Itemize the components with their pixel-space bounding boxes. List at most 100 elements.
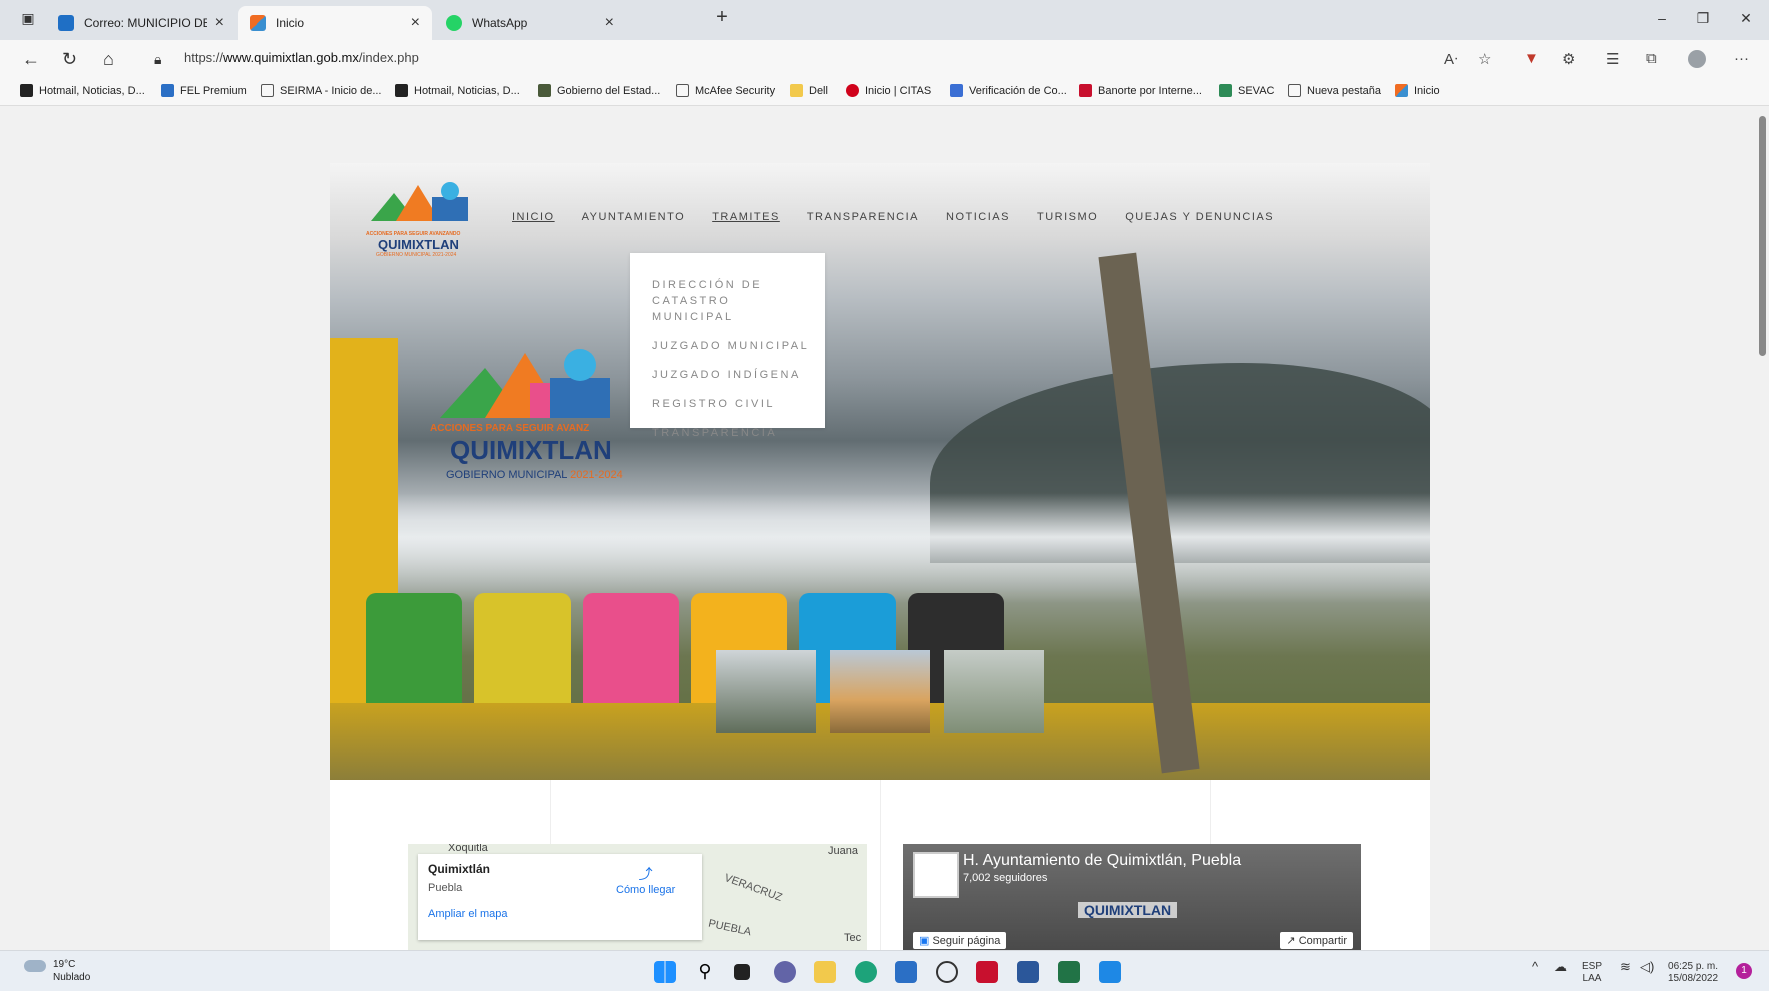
nav-noticias[interactable]: NOTICIAS [946,211,1010,223]
url-field[interactable]: https://www.quimixtlan.gob.mx/index.php [184,50,419,65]
bookmark-label: Hotmail, Noticias, D... [39,84,145,97]
fb-follow-label: Seguir página [932,935,1001,947]
bookmark-item[interactable]: SEIRMA - Inicio de... [261,84,381,97]
bookmark-item[interactable]: SEVAC [1219,84,1274,97]
bookmark-label: Hotmail, Noticias, D... [414,84,520,97]
close-icon[interactable]: × [411,14,420,32]
store-icon[interactable] [895,961,917,983]
slide-thumbnail[interactable] [944,650,1044,733]
refresh-icon[interactable]: ↻ [62,49,77,70]
edge-icon[interactable] [855,961,877,983]
cloud-icon [24,960,46,972]
map-label: PUEBLA [707,917,753,939]
hero-banner: ACCIONES PARA SEGUIR AVANZ QUIMIXTLAN GO… [330,163,1430,780]
scroll-thumb[interactable] [1759,116,1766,356]
directions-button[interactable]: ⤴ Cómo llegar [616,864,675,896]
close-icon[interactable]: × [605,14,614,32]
windows-taskbar: 19°C Nublado ⚲ ^ ☁ ESP LAA ≋ ◁) 06:25 p.… [0,950,1769,991]
google-map[interactable]: Xoquitla Juana VERACRUZ PUEBLA Tec Quimi… [408,844,867,950]
extensions-icon[interactable]: ⚙ [1562,50,1575,68]
home-icon[interactable]: ⌂ [103,49,114,70]
excel-icon[interactable] [1058,961,1080,983]
bookmark-label: Inicio | CITAS [865,84,932,97]
word-icon[interactable] [1017,961,1039,983]
nav-turismo[interactable]: TURISMO [1037,211,1098,223]
weather-widget[interactable]: 19°C Nublado [53,958,90,984]
tab-inicio[interactable]: Inicio × [238,6,432,40]
chat-icon[interactable] [774,961,796,983]
bookmark-item[interactable]: Inicio | CITAS [846,84,931,97]
clock[interactable]: 06:25 p. m. 15/08/2022 [1668,961,1718,985]
mail-icon[interactable] [1099,961,1121,983]
dropdown-item-juzgado-municipal[interactable]: JUZGADO MUNICIPAL [652,338,825,354]
file-explorer-icon[interactable] [814,961,836,983]
tab-whatsapp[interactable]: WhatsApp × [434,6,626,40]
wifi-icon[interactable]: ≋ [1620,960,1631,973]
nav-tramites[interactable]: TRAMITES [712,211,780,223]
fb-page-avatar[interactable] [913,852,959,898]
address-toolbar: ← ↻ ⌂ 🔒︎ https://www.quimixtlan.gob.mx/i… [0,40,1769,78]
search-icon[interactable]: ⚲ [694,961,716,983]
bookmark-item[interactable]: McAfee Security [676,84,775,97]
clock-date: 15/08/2022 [1668,973,1719,984]
dropdown-item-registro-civil[interactable]: REGISTRO CIVIL [652,396,825,412]
directions-label: Cómo llegar [616,884,676,896]
minimize-button[interactable]: – [1652,10,1672,30]
fb-share-button[interactable]: ↗ Compartir [1280,932,1353,949]
bookmark-item[interactable]: Nueva pestaña [1288,84,1381,97]
close-window-button[interactable]: ✕ [1736,10,1756,30]
bookmark-item[interactable]: Hotmail, Noticias, D... [20,84,145,97]
page-scrollbar[interactable] [1756,106,1769,950]
bookmark-item[interactable]: Dell [790,84,828,97]
site-logo[interactable]: ACCIONES PARA SEGUIR AVANZANDO QUIMIXTLA… [366,181,481,258]
bookmark-item[interactable]: Inicio [1395,84,1440,97]
fb-banner-name: QUIMIXTLAN [1078,902,1178,918]
dropdown-item-catastro[interactable]: DIRECCIÓN DE CATASTRO MUNICIPAL [652,277,812,325]
close-icon[interactable]: × [215,14,224,32]
language-indicator[interactable]: ESP LAA [1582,961,1602,985]
start-windows-icon[interactable] [654,961,676,983]
dell-icon[interactable] [936,961,958,983]
bookmark-item[interactable]: Banorte por Interne... [1079,84,1202,97]
chevron-up-icon[interactable]: ^ [1532,960,1538,973]
onedrive-icon[interactable]: ☁ [1554,960,1567,973]
new-tab-button[interactable]: + [712,6,732,28]
tab-correo[interactable]: Correo: MUNICIPIO DE QUIMIXTL × [46,6,236,40]
bookmark-item[interactable]: Hotmail, Noticias, D... [395,84,520,97]
mcafee-extension-icon[interactable]: ▼ [1524,50,1539,67]
bookmark-item[interactable]: Gobierno del Estad... [538,84,660,97]
add-favorite-icon[interactable]: ☆ [1478,50,1491,68]
tab-actions-icon[interactable]: ▣ [18,10,38,30]
slide-thumbnail[interactable] [716,650,816,733]
bookmark-item[interactable]: Verificación de Co... [950,84,1067,97]
task-view-icon[interactable] [734,964,750,980]
content-section: Xoquitla Juana VERACRUZ PUEBLA Tec Quimi… [330,780,1430,950]
logo-subtitle: GOBIERNO MUNICIPAL 2021-2024 [376,252,457,258]
nav-quejas-denuncias[interactable]: QUEJAS Y DENUNCIAS [1125,211,1274,223]
notification-badge[interactable]: 1 [1736,963,1752,979]
banorte-icon [1079,84,1092,97]
dropdown-item-juzgado-indigena[interactable]: JUZGADO INDÍGENA [652,367,825,383]
bookmark-label: FEL Premium [180,84,247,97]
restore-button[interactable]: ❐ [1693,10,1713,30]
joomla-icon [1395,84,1408,97]
fb-page-name[interactable]: H. Ayuntamiento de Quimixtlán, Puebla [963,852,1241,870]
mcafee-icon[interactable] [976,961,998,983]
bookmark-label: McAfee Security [695,84,776,97]
bookmark-item[interactable]: FEL Premium [161,84,247,97]
nav-transparencia[interactable]: TRANSPARENCIA [807,211,919,223]
slide-thumbnail[interactable] [830,650,930,733]
enlarge-map-link[interactable]: Ampliar el mapa [428,908,692,920]
tab-label: Correo: MUNICIPIO DE QUIMIXTL [84,16,207,30]
nav-inicio[interactable]: INICIO [512,211,555,223]
profile-avatar[interactable] [1688,50,1706,68]
fb-follow-button[interactable]: ▣ Seguir página [913,932,1007,949]
collections-icon[interactable]: ⧉ [1646,50,1657,67]
favorites-icon[interactable]: ☰ [1606,50,1619,68]
back-arrow-icon[interactable]: ← [22,49,40,70]
volume-icon[interactable]: ◁) [1640,960,1654,973]
read-aloud-icon[interactable]: Aᐧ [1444,50,1458,68]
nav-ayuntamiento[interactable]: AYUNTAMIENTO [582,211,686,223]
dropdown-item-transparencia[interactable]: TRANSPARENCIA [652,425,825,441]
more-menu-icon[interactable]: ··· [1734,50,1749,67]
